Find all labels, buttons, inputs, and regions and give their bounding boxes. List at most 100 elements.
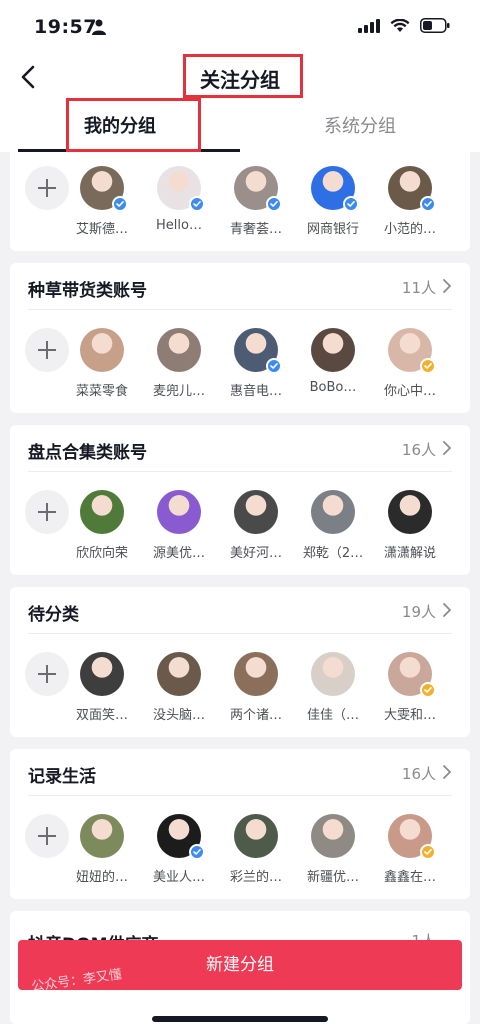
- group-header[interactable]: 种草带货类账号 11人: [10, 263, 470, 309]
- group-header[interactable]: 盘点合集类账号 16人: [10, 425, 470, 471]
- member-item[interactable]: BoBo…: [295, 328, 371, 410]
- member-name: 青奢荟…: [229, 222, 282, 237]
- member-row: 双面笑… 没头脑… 两个诸… 佳佳（… 大雯和…: [10, 652, 470, 734]
- chevron-right-icon: [443, 603, 451, 617]
- group-title: 种草带货类账号: [28, 281, 147, 301]
- add-member-button[interactable]: [25, 814, 69, 858]
- group-title: 记录生活: [28, 767, 96, 787]
- member-row: 妞妞的… 美业人… 彩兰的… 新疆优… 鑫鑫在…: [10, 814, 470, 896]
- member-name: 艾斯德…: [75, 222, 128, 237]
- avatar: [157, 328, 201, 372]
- member-item[interactable]: 佳佳（…: [295, 652, 371, 734]
- member-name: 彩兰的…: [229, 870, 282, 885]
- member-item[interactable]: 欣欣向荣: [64, 490, 140, 572]
- member-name: 美好河…: [229, 546, 282, 561]
- member-name: 源美优…: [152, 546, 205, 561]
- add-member-button[interactable]: [25, 490, 69, 534]
- group-header[interactable]: 记录生活 16人: [10, 749, 470, 795]
- member-item[interactable]: 青奢荟…: [218, 166, 294, 248]
- member-item[interactable]: 菜菜零食: [64, 328, 140, 410]
- avatar: [80, 814, 124, 858]
- member-name: BoBo…: [309, 380, 357, 395]
- title-highlight-box: [183, 54, 303, 98]
- avatar: [80, 490, 124, 534]
- add-member-button[interactable]: [25, 652, 69, 696]
- member-name: 大雯和…: [383, 708, 436, 723]
- member-item[interactable]: 小范的…: [372, 166, 448, 248]
- member-item[interactable]: 麦兜儿…: [141, 328, 217, 410]
- battery-icon: [420, 18, 450, 33]
- member-item[interactable]: 源美优…: [141, 490, 217, 572]
- home-indicator: [152, 1016, 328, 1022]
- member-item[interactable]: 惠音电…: [218, 328, 294, 410]
- group-title: 盘点合集类账号: [28, 443, 147, 463]
- avatar: [234, 814, 278, 858]
- member-name: 欣欣向荣: [75, 546, 128, 561]
- member-name: 菜菜零食: [75, 384, 128, 399]
- member-name: 双面笑…: [75, 708, 128, 723]
- member-name: 麦兜儿…: [152, 384, 205, 399]
- divider: [28, 471, 452, 472]
- avatar: [80, 328, 124, 372]
- member-item[interactable]: 没头脑…: [141, 652, 217, 734]
- member-item[interactable]: 网商银行: [295, 166, 371, 248]
- member-name: 网商银行: [306, 222, 359, 237]
- avatar: [157, 490, 201, 534]
- member-item[interactable]: 鑫鑫在…: [372, 814, 448, 896]
- member-row: 菜菜零食 麦兜儿… 惠音电… BoBo… 你心中…: [10, 328, 470, 410]
- verified-badge-icon: [112, 196, 128, 212]
- avatar: [311, 814, 355, 858]
- group-card: 记录生活 16人 妞妞的… 美业人… 彩兰的… 新疆优… 鑫鑫在…: [10, 749, 470, 899]
- member-name: 鑫鑫在…: [383, 870, 436, 885]
- add-member-button[interactable]: [25, 166, 69, 210]
- person-icon: [92, 19, 106, 35]
- verified-badge-icon: [343, 196, 359, 212]
- member-name: 郑乾（2…: [302, 546, 364, 561]
- avatar: [234, 652, 278, 696]
- group-card: 待分类 19人 双面笑… 没头脑… 两个诸… 佳佳（… 大雯和…: [10, 587, 470, 737]
- top-bar: 19:57 关注分组 我的分组 系统分组: [0, 0, 480, 152]
- member-name: 你心中…: [383, 384, 436, 399]
- group-header[interactable]: 待分类 19人: [10, 587, 470, 633]
- verified-badge-icon: [420, 682, 436, 698]
- verified-badge-icon: [266, 358, 282, 374]
- verified-badge-icon: [420, 844, 436, 860]
- avatar: [157, 652, 201, 696]
- member-item[interactable]: 美好河…: [218, 490, 294, 572]
- member-name: 小范的…: [383, 222, 436, 237]
- tab-system-groups[interactable]: 系统分组: [240, 102, 480, 152]
- divider: [28, 309, 452, 310]
- member-name: 两个诸…: [229, 708, 282, 723]
- wifi-icon: [390, 18, 410, 32]
- group-card: 艾斯德… Hello… 青奢荟… 网商银行 小范的…: [10, 152, 470, 251]
- member-item[interactable]: 两个诸…: [218, 652, 294, 734]
- status-time: 19:57: [34, 16, 97, 38]
- member-item[interactable]: 新疆优…: [295, 814, 371, 896]
- status-bar: 19:57: [0, 0, 480, 50]
- member-name: 潇潇解说: [383, 546, 436, 561]
- member-item[interactable]: 艾斯德…: [64, 166, 140, 248]
- member-item[interactable]: 潇潇解说: [372, 490, 448, 572]
- member-item[interactable]: 大雯和…: [372, 652, 448, 734]
- chevron-right-icon: [443, 279, 451, 293]
- member-item[interactable]: 你心中…: [372, 328, 448, 410]
- verified-badge-icon: [420, 196, 436, 212]
- member-item[interactable]: Hello…: [141, 166, 217, 248]
- member-item[interactable]: 郑乾（2…: [295, 490, 371, 572]
- member-name: 惠音电…: [229, 384, 282, 399]
- group-count: 11人: [401, 279, 436, 297]
- member-row: 欣欣向荣 源美优… 美好河… 郑乾（2… 潇潇解说: [10, 490, 470, 572]
- member-item[interactable]: 双面笑…: [64, 652, 140, 734]
- divider: [28, 795, 452, 796]
- member-item[interactable]: 妞妞的…: [64, 814, 140, 896]
- verified-badge-icon: [420, 358, 436, 374]
- member-item[interactable]: 彩兰的…: [218, 814, 294, 896]
- add-member-button[interactable]: [25, 328, 69, 372]
- member-item[interactable]: 美业人…: [141, 814, 217, 896]
- divider: [28, 633, 452, 634]
- group-title: 待分类: [28, 605, 79, 625]
- chevron-right-icon: [443, 765, 451, 779]
- member-name: 佳佳（…: [306, 708, 359, 723]
- member-name: Hello…: [156, 218, 202, 233]
- member-name: 妞妞的…: [75, 870, 128, 885]
